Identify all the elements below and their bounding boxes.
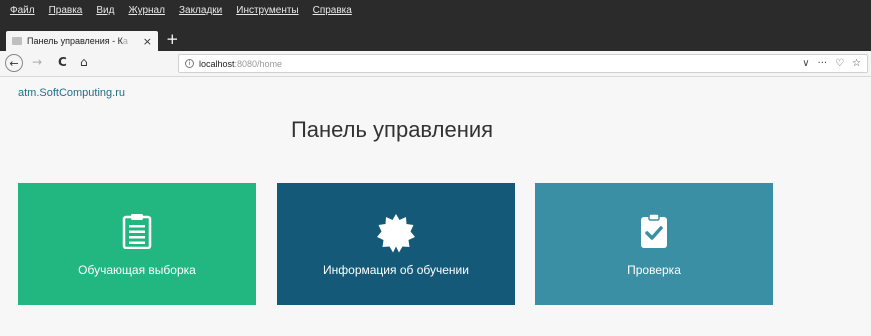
menu-tools[interactable]: Инструменты (236, 5, 298, 16)
url-path: :8080/home (234, 58, 283, 69)
forward-button[interactable]: → (32, 55, 42, 69)
pocket-icon[interactable]: ♡ (835, 58, 844, 69)
card-check[interactable]: Проверка (535, 183, 773, 305)
menu-edit[interactable]: Правка (49, 5, 83, 16)
menu-file[interactable]: Файл (10, 5, 35, 16)
url-actions: ∨ ··· ♡ ☆ (802, 58, 861, 69)
tab-title: Панель управления - Ка (27, 36, 128, 46)
menu-view[interactable]: Вид (96, 5, 114, 16)
tab-close-icon[interactable]: × (143, 35, 152, 48)
site-link[interactable]: atm.SoftComputing.ru (18, 87, 125, 99)
home-button[interactable]: ⌂ (80, 55, 88, 69)
more-actions-icon[interactable]: ··· (818, 58, 828, 69)
card-label: Информация об обучении (323, 263, 469, 277)
dropdown-chevron-icon[interactable]: ∨ (802, 58, 809, 69)
address-bar[interactable]: i localhost :8080/home ∨ ··· ♡ ☆ (178, 54, 868, 73)
card-label: Обучающая выборка (78, 263, 196, 277)
navigation-bar: ← → C ⌂ i localhost :8080/home ∨ ··· ♡ ☆ (0, 51, 871, 77)
page-favicon-icon (12, 37, 22, 45)
bookmark-star-icon[interactable]: ☆ (852, 58, 861, 69)
card-label: Проверка (627, 263, 681, 277)
back-button[interactable]: ← (5, 54, 23, 72)
page-title: Панель управления (290, 117, 494, 142)
url-host: localhost (199, 58, 235, 69)
new-tab-button[interactable]: + (166, 30, 179, 48)
browser-tab[interactable]: Панель управления - Ка × (6, 31, 158, 51)
menu-bookmarks[interactable]: Закладки (179, 5, 222, 16)
card-training-set[interactable]: Обучающая выборка (18, 183, 256, 305)
reload-button[interactable]: C (58, 55, 67, 69)
menu-help[interactable]: Справка (313, 5, 352, 16)
clipboard-check-icon (639, 213, 669, 253)
menu-history[interactable]: Журнал (128, 5, 165, 16)
certificate-icon (376, 213, 416, 257)
info-icon[interactable]: i (185, 59, 194, 68)
menu-bar: Файл Правка Вид Журнал Закладки Инструме… (0, 0, 871, 28)
card-training-info[interactable]: Информация об обучении (277, 183, 515, 305)
clipboard-list-icon (122, 213, 152, 253)
